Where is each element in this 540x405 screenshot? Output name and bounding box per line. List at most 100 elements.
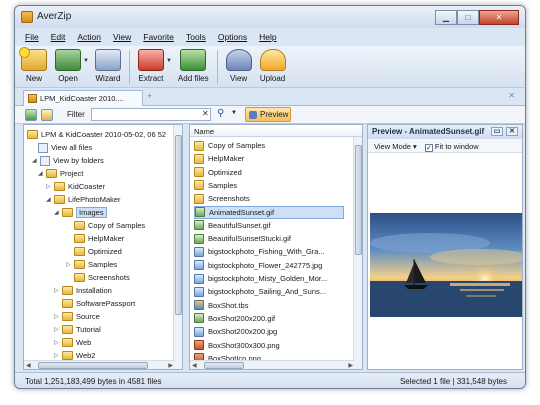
expand-arrow-icon[interactable]: ▷ [54,313,62,320]
tree-item-helpmaker[interactable]: HelpMaker [66,232,124,245]
folder-tree[interactable]: LPM & KidCoaster 2010-05-02, 06 52 View … [23,124,183,370]
tree-view-by-folders[interactable]: ◢ View by folders [32,154,104,167]
maximize-button[interactable]: □ [457,10,479,25]
new-button[interactable]: New [19,46,47,83]
tree-item-optimized[interactable]: Optimized [66,245,122,258]
file-hscroll-thumb[interactable] [204,362,244,369]
file-vertical-scrollbar[interactable] [353,137,362,369]
file-name: BoxShot.tbs [208,300,249,310]
tree-item-label: Optimized [88,247,122,256]
fit-to-window-checkbox[interactable]: ✓ [424,144,433,152]
open-button[interactable]: Open [55,46,81,83]
file-name: HelpMaker [208,154,245,164]
menu-options[interactable]: Options [212,32,253,42]
file-row[interactable]: BoxShot300x300.png [194,339,344,352]
expand-arrow-icon[interactable]: ◢ [46,196,54,203]
file-row[interactable]: Optimized [194,166,344,179]
search-icon[interactable]: ⚲ [217,108,231,121]
menu-edit[interactable]: Edit [45,32,72,42]
file-row[interactable]: bigstockphoto_Sailing_And_Suns... [194,285,344,298]
add-files-button[interactable]: Add files [178,46,209,83]
scroll-right-icon[interactable]: ▶ [168,362,173,369]
file-row[interactable]: HelpMaker [194,152,344,165]
open-dropdown-arrow[interactable]: ▼ [83,58,89,64]
tree-item-lifephotomaker[interactable]: ◢ LifePhotoMaker [46,193,121,206]
menu-tools[interactable]: Tools [180,32,212,42]
upload-button[interactable]: Upload [259,46,286,83]
tree-item-web[interactable]: ▷ Web [54,336,91,349]
tree-item-samples[interactable]: ▷ Samples [66,258,117,271]
file-row[interactable]: BeautifulSunsetStucki.gif [194,232,344,245]
expand-arrow-icon[interactable]: ▷ [54,339,62,346]
up-folder-icon[interactable] [25,109,37,121]
tab-archive[interactable]: LPM_KidCoaster 2010.... [23,90,143,106]
tree-item-installation[interactable]: ▷ Installation [54,284,112,297]
close-button[interactable]: ✕ [479,10,519,25]
title-bar[interactable]: AverZip ▁ □ ✕ [15,6,525,28]
expand-arrow-icon[interactable]: ◢ [32,157,40,164]
new-tab-button[interactable]: + [147,91,152,101]
wizard-button[interactable]: Wizard [94,46,121,83]
clear-filter-icon[interactable]: ✕ [202,109,209,118]
file-row[interactable]: BoxShot200x200.jpg [194,325,344,338]
tree-item-copy-of-samples[interactable]: Copy of Samples [66,219,145,232]
menu-help[interactable]: Help [253,32,282,42]
preview-dock-icon[interactable]: ▭ [491,127,503,136]
tree-item-screenshots[interactable]: Screenshots [66,271,130,284]
tree-hscroll-thumb[interactable] [38,362,148,369]
file-row[interactable]: bigstockphoto_Flower_242775.jpg [194,259,344,272]
column-header-name[interactable]: Name [190,125,362,137]
menu-favorite[interactable]: Favorite [137,32,180,42]
expand-arrow-icon[interactable]: ▷ [54,326,62,333]
filter-input[interactable] [91,108,211,121]
expand-arrow-icon[interactable]: ▷ [66,261,74,268]
tree-item-kidcoaster[interactable]: ▷ KidCoaster [46,180,105,193]
tree-item-images[interactable]: ◢ Images [54,206,107,219]
file-row[interactable]: Screenshots [194,192,344,205]
tree-item-project[interactable]: ◢ Project [38,167,83,180]
toggle-tree-icon[interactable] [41,109,53,121]
file-scroll-thumb[interactable] [355,145,362,255]
file-row[interactable]: BoxShot.tbs [194,299,344,312]
expand-arrow-icon[interactable]: ◢ [38,170,46,177]
view-mode-dropdown[interactable]: View Mode ▾ [374,142,417,151]
file-row[interactable]: Copy of Samples [194,139,344,152]
menu-file[interactable]: File [19,32,45,42]
extract-button[interactable]: Extract [137,46,164,83]
add-files-icon [180,49,207,71]
file-row[interactable]: AnimatedSunset.gif [194,205,344,219]
extract-dropdown-arrow[interactable]: ▼ [166,58,172,64]
tree-item-softwarepassport[interactable]: SoftwarePassport [54,297,135,310]
menu-action[interactable]: Action [71,32,107,42]
tree-item-tutorial[interactable]: ▷ Tutorial [54,323,101,336]
file-row[interactable]: bigstockphoto_Misty_Golden_Mor... [194,272,344,285]
tree-scroll-thumb[interactable] [175,135,182,315]
file-row[interactable]: BoxShot200x200.gif [194,312,344,325]
preview-close-icon[interactable]: ✕ [506,127,518,136]
expand-arrow-icon[interactable]: ▷ [54,352,62,359]
tree-root[interactable]: LPM & KidCoaster 2010-05-02, 06 52 [27,128,166,141]
scroll-right-icon[interactable]: ▶ [348,362,353,369]
expand-arrow-icon[interactable]: ▷ [46,183,54,190]
expand-arrow-icon[interactable]: ▷ [54,287,62,294]
tree-vertical-scrollbar[interactable] [173,125,182,369]
scroll-left-icon[interactable]: ◀ [192,362,197,369]
view-button[interactable]: View [225,46,252,83]
tree-item-label: KidCoaster [68,182,106,191]
file-row[interactable]: Samples [194,179,344,192]
file-row[interactable]: BeautifulSunset.gif [194,219,344,232]
status-selection: Selected 1 file | 331,548 bytes [399,377,507,386]
menu-view[interactable]: View [107,32,137,42]
close-tab-button[interactable]: ✕ [508,91,515,100]
tree-horizontal-scrollbar[interactable]: ◀ ▶ [24,360,175,369]
file-horizontal-scrollbar[interactable]: ◀ ▶ [190,360,355,369]
tree-view-all-files[interactable]: View all files [38,141,92,154]
file-list[interactable]: Name Copy of Samples HelpMaker Optimized Sa… [189,124,363,370]
preview-toggle-button[interactable]: Preview [245,107,291,122]
scroll-left-icon[interactable]: ◀ [26,362,31,369]
search-dropdown-arrow[interactable]: ▼ [231,110,237,116]
minimize-button[interactable]: ▁ [435,10,457,25]
file-row[interactable]: bigstockphoto_Fishing_With_Gra... [194,245,344,258]
tree-item-source[interactable]: ▷ Source [54,310,100,323]
expand-arrow-icon[interactable]: ◢ [54,209,62,216]
